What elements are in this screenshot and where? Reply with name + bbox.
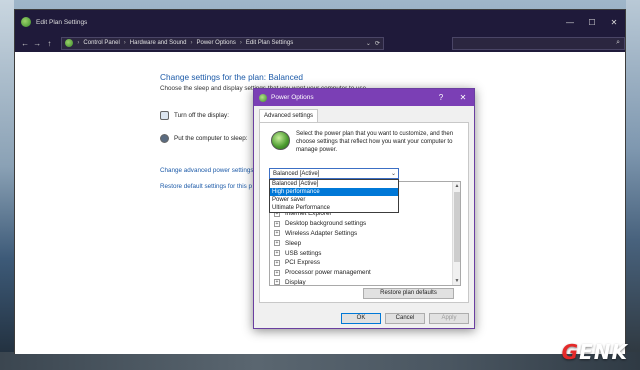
breadcrumb-power-options[interactable]: Power Options [197,40,236,46]
option-power-saver[interactable]: Power saver [270,196,398,204]
navigation-bar: ← → ↑ › Control Panel › Hardware and Sou… [15,34,626,52]
tree-scrollbar[interactable]: ▲ ▼ [452,182,460,285]
dialog-tabs: Advanced settings [254,109,474,123]
breadcrumb-separator: › [77,40,80,46]
scroll-up-icon[interactable]: ▲ [453,182,460,190]
power-options-icon [21,17,31,27]
forward-button[interactable]: → [31,39,43,48]
restore-plan-defaults-button[interactable]: Restore plan defaults [363,288,454,299]
expand-icon[interactable]: + [274,269,280,276]
page-title: Change settings for the plan: Balanced [160,72,303,82]
dialog-title-bar: Power Options ? ✕ [254,89,474,106]
option-high-performance[interactable]: High performance [270,188,398,196]
power-options-dialog: Power Options ? ✕ Advanced settings Sele… [253,88,475,329]
ok-button[interactable]: OK [341,313,381,324]
option-ultimate-performance[interactable]: Ultimate Performance [270,204,398,212]
power-plan-icon [271,131,290,150]
scroll-down-icon[interactable]: ▼ [453,277,460,285]
help-button[interactable]: ? [430,93,452,102]
cancel-button[interactable]: Cancel [385,313,425,324]
monitor-icon [160,111,169,120]
expand-icon[interactable]: + [274,250,280,257]
breadcrumb-separator: › [123,40,126,46]
advanced-settings-panel: Select the power plan that you want to c… [259,122,469,303]
power-plan-select-value: Balanced [Active] [273,171,320,177]
tree-item-usb-settings[interactable]: + USB settings [274,248,371,258]
breadcrumb-separator: › [190,40,193,46]
expand-icon[interactable]: + [274,220,280,227]
chevron-down-icon: ⌄ [390,171,396,177]
tree-item-desktop-background[interactable]: + Desktop background settings [274,219,371,229]
restore-defaults-link[interactable]: Restore default settings for this p [160,183,252,190]
tab-advanced-settings[interactable]: Advanced settings [259,109,319,123]
minimize-button[interactable]: — [559,10,581,34]
display-label: Turn off the display: [174,112,229,119]
tree-item-display[interactable]: + Display [274,278,371,285]
maximize-button[interactable]: ☐ [581,10,603,34]
power-plan-select[interactable]: Balanced [Active] ⌄ [269,168,399,179]
expand-icon[interactable]: + [274,240,280,247]
power-plan-dropdown-list: Balanced [Active] High performance Power… [269,179,399,213]
expand-icon[interactable]: + [274,230,280,237]
dialog-close-button[interactable]: ✕ [452,93,474,102]
desktop-wallpaper-right [626,0,640,370]
address-bar[interactable]: › Control Panel › Hardware and Sound › P… [61,36,384,50]
title-bar: Edit Plan Settings — ☐ ✕ [15,10,625,34]
tree-item-processor-power[interactable]: + Processor power management [274,268,371,278]
breadcrumb-separator: › [239,40,242,46]
power-options-icon [259,93,267,102]
scroll-thumb[interactable] [454,192,460,262]
search-input[interactable]: ⌕ [451,36,626,50]
breadcrumb-edit-plan-settings[interactable]: Edit Plan Settings [246,40,293,46]
breadcrumb-hardware-and-sound[interactable]: Hardware and Sound [130,40,187,46]
sleep-label: Put the computer to sleep: [174,135,248,142]
refresh-button[interactable]: ⟳ [375,40,380,47]
back-button[interactable]: ← [19,39,31,48]
tree-item-pci-express[interactable]: + PCI Express [274,258,371,268]
close-button[interactable]: ✕ [603,10,625,34]
moon-icon [160,134,169,143]
search-icon: ⌕ [616,39,621,46]
breadcrumb-control-panel[interactable]: Control Panel [83,40,119,46]
tree-item-wireless-adapter[interactable]: + Wireless Adapter Settings [274,229,371,239]
expand-icon[interactable]: + [274,279,280,285]
option-balanced[interactable]: Balanced [Active] [270,180,398,188]
control-panel-icon [65,39,74,47]
display-setting-row: Turn off the display: [160,111,229,120]
dialog-description: Select the power plan that you want to c… [296,131,454,153]
desktop-wallpaper-left [0,0,14,370]
sleep-setting-row: Put the computer to sleep: [160,134,248,143]
window-title: Edit Plan Settings [36,18,88,26]
desktop-wallpaper-bottom [0,352,640,370]
address-dropdown-button[interactable]: ⌄ [366,40,371,47]
advanced-power-settings-link[interactable]: Change advanced power settings [160,167,253,174]
apply-button[interactable]: Apply [429,313,469,324]
up-button[interactable]: ↑ [43,39,55,48]
tree-item-sleep[interactable]: + Sleep [274,238,371,248]
genk-watermark-logo: GENK [561,340,628,364]
dialog-title: Power Options [271,94,314,101]
expand-icon[interactable]: + [274,259,280,266]
